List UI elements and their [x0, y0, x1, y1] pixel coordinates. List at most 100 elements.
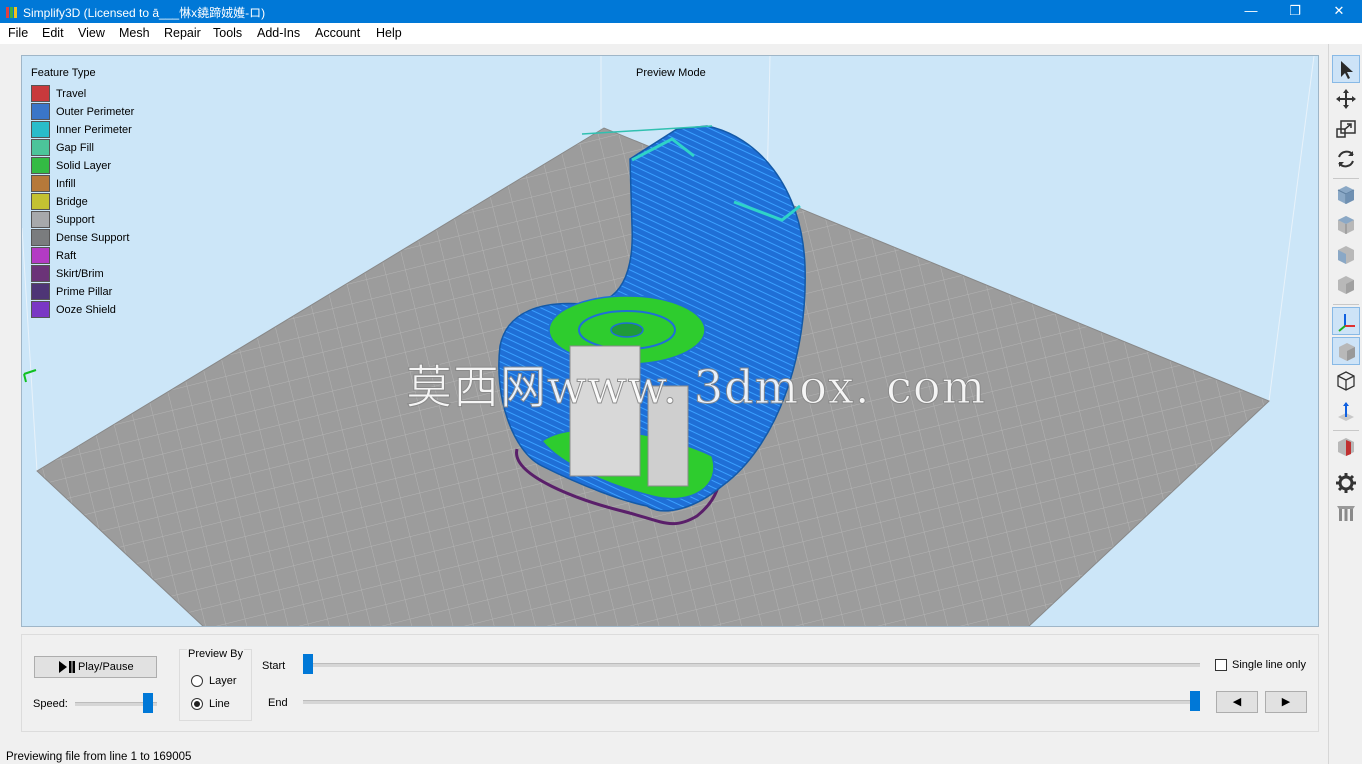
start-slider-handle[interactable]: [303, 654, 313, 674]
start-label: Start: [262, 660, 286, 672]
menu-mesh[interactable]: Mesh: [119, 26, 150, 40]
minimize-button[interactable]: —: [1228, 0, 1274, 23]
legend-swatch: [31, 103, 50, 120]
preview-by-layer-radio[interactable]: [191, 675, 203, 687]
toolbar-separator: [1333, 304, 1359, 305]
end-slider-track[interactable]: [303, 700, 1200, 704]
legend-label: Raft: [56, 250, 77, 262]
line-label: Line: [209, 698, 230, 710]
support-pillars-button[interactable]: [1332, 499, 1360, 527]
end-slider-handle[interactable]: [1190, 691, 1200, 711]
single-line-checkbox[interactable]: [1215, 659, 1227, 671]
legend-label: Prime Pillar: [56, 286, 113, 298]
start-slider-track[interactable]: [303, 663, 1200, 667]
legend-title: Feature Type: [31, 67, 96, 79]
window-title: Simplify3D (Licensed to ā___惏x鐃蹄娀嬳-ロ): [23, 6, 266, 20]
watermark-text: 莫西网www. 3dmox. com: [405, 360, 987, 415]
cross-section-icon: [1338, 438, 1354, 456]
previous-step-button[interactable]: ◀: [1216, 691, 1258, 713]
right-view-button[interactable]: [1332, 271, 1360, 299]
legend-label: Bridge: [56, 196, 88, 208]
menu-edit[interactable]: Edit: [42, 26, 64, 40]
legend-label: Gap Fill: [56, 142, 94, 154]
axes-icon: [1338, 314, 1355, 332]
menu-bar: File Edit View Mesh Repair Tools Add-Ins…: [0, 23, 1362, 44]
normals-view-button[interactable]: [1332, 397, 1360, 425]
solid-layer-ring: [610, 322, 644, 338]
support-pillars-icon: [1337, 506, 1355, 521]
left-view-button[interactable]: [1332, 241, 1360, 269]
legend-swatch: [31, 175, 50, 192]
front-view-button[interactable]: [1332, 181, 1360, 209]
arrow-right-icon: ▶: [1281, 696, 1291, 708]
maximize-button[interactable]: ❐: [1272, 0, 1318, 23]
settings-button[interactable]: [1332, 469, 1360, 497]
menu-help[interactable]: Help: [376, 26, 402, 40]
view-toolbar: [1328, 44, 1362, 764]
play-pause-label: Play/Pause: [78, 661, 134, 673]
single-line-label: Single line only: [1232, 659, 1306, 671]
legend-label: Dense Support: [56, 232, 130, 244]
menu-add-ins[interactable]: Add-Ins: [257, 26, 300, 40]
axis-marker: [23, 369, 37, 383]
solid-view-button[interactable]: [1332, 337, 1360, 365]
toolbar-separator: [1333, 430, 1359, 431]
speed-label: Speed:: [33, 698, 68, 710]
toolbar-separator: [1333, 178, 1359, 179]
legend-swatch: [31, 229, 50, 246]
legend-swatch: [31, 193, 50, 210]
legend-label: Solid Layer: [56, 160, 112, 172]
legend-swatch: [31, 157, 50, 174]
menu-account[interactable]: Account: [315, 26, 360, 40]
end-label: End: [268, 697, 288, 709]
scale-icon: [1336, 120, 1356, 138]
arrow-left-icon: ◀: [1232, 696, 1242, 708]
legend-label: Inner Perimeter: [56, 124, 132, 136]
legend-label: Skirt/Brim: [56, 268, 104, 280]
build-scene: [22, 56, 1315, 626]
wireframe-cube-icon: [1337, 371, 1355, 391]
select-cursor-icon: [1341, 61, 1353, 79]
next-step-button[interactable]: ▶: [1265, 691, 1307, 713]
cube-top-view-icon: [1338, 216, 1354, 234]
cube-left-view-icon: [1338, 246, 1354, 264]
close-button[interactable]: ✕: [1316, 0, 1362, 23]
rotate-tool-button[interactable]: [1332, 145, 1360, 173]
show-axes-button[interactable]: [1332, 307, 1360, 335]
cross-section-button[interactable]: [1332, 433, 1360, 461]
title-bar: Simplify3D (Licensed to ā___惏x鐃蹄娀嬳-ロ) — …: [0, 0, 1362, 23]
scale-tool-button[interactable]: [1332, 115, 1360, 143]
settings-gear-icon: [1336, 473, 1356, 493]
legend-swatch: [31, 211, 50, 228]
wireframe-view-button[interactable]: [1332, 367, 1360, 395]
preview-controls-panel: Play/Pause Speed: Preview By Layer Line …: [21, 634, 1319, 732]
speed-slider-handle[interactable]: [143, 693, 154, 713]
top-view-button[interactable]: [1332, 211, 1360, 239]
preview-by-line-radio[interactable]: [191, 698, 203, 710]
legend-label: Support: [56, 214, 95, 226]
cube-right-view-icon: [1338, 276, 1354, 294]
legend-swatch: [31, 283, 50, 300]
play-pause-button[interactable]: Play/Pause: [34, 656, 157, 678]
legend-swatch: [31, 247, 50, 264]
legend-swatch: [31, 301, 50, 318]
preview-viewport[interactable]: Feature Type Travel Outer Perimeter Inner …: [21, 55, 1319, 627]
legend-swatch: [31, 85, 50, 102]
legend-label: Outer Perimeter: [56, 106, 135, 118]
move-tool-button[interactable]: [1332, 85, 1360, 113]
status-text: Previewing file from line 1 to 169005: [6, 751, 192, 763]
simplify3d-app-icon: [6, 7, 17, 18]
legend-label: Ooze Shield: [56, 304, 116, 316]
menu-tools[interactable]: Tools: [213, 26, 242, 40]
select-tool-button[interactable]: [1332, 55, 1360, 83]
legend-swatch: [31, 265, 50, 282]
layer-label: Layer: [209, 675, 237, 687]
cube-front-view-icon: [1337, 186, 1355, 204]
menu-view[interactable]: View: [78, 26, 105, 40]
legend-label: Infill: [56, 178, 76, 190]
menu-file[interactable]: File: [8, 26, 28, 40]
build-volume-edge: [1268, 56, 1315, 402]
play-pause-icon: [59, 661, 75, 673]
rotate-icon: [1338, 150, 1354, 168]
menu-repair[interactable]: Repair: [164, 26, 201, 40]
